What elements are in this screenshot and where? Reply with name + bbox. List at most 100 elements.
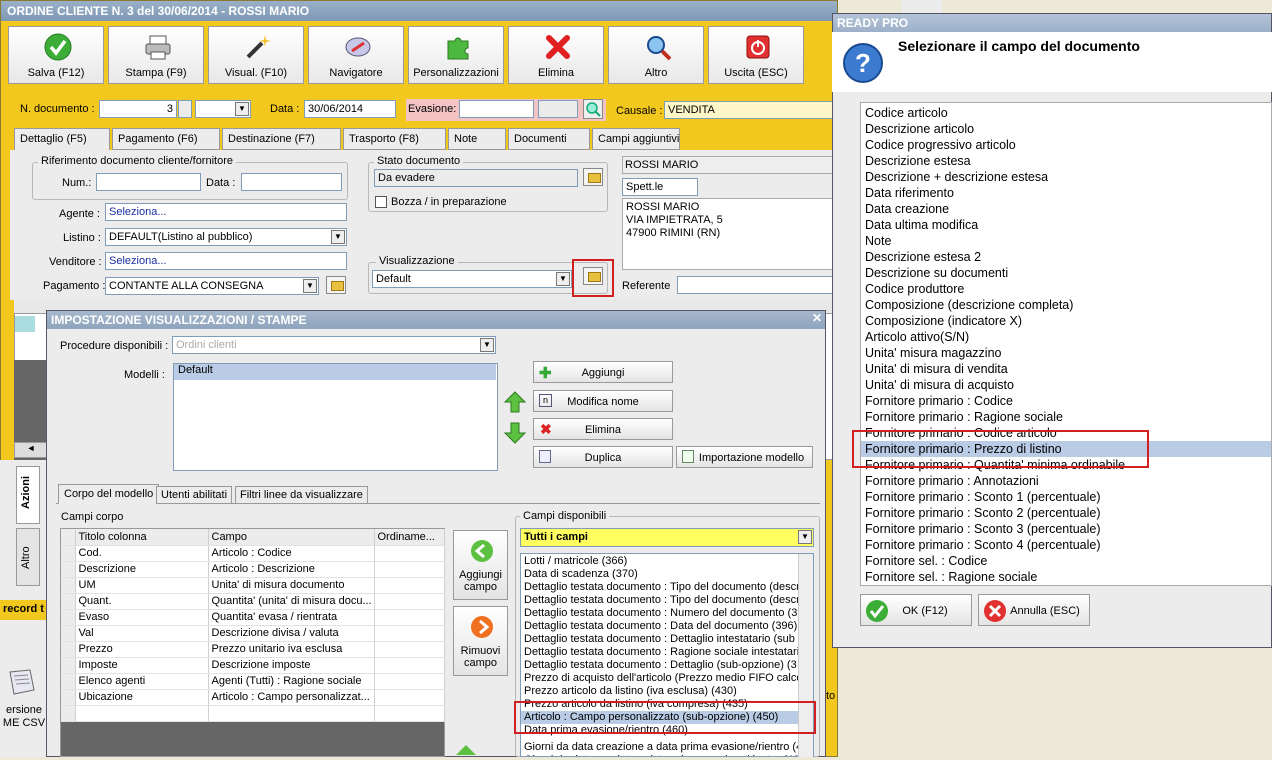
table-row[interactable]: Val Descrizione divisa / valuta <box>61 625 445 642</box>
list-item[interactable]: Data riferimento <box>861 185 1271 201</box>
list-item[interactable]: Dettaglio testata documento : Tipo del d… <box>521 594 813 607</box>
table-cell[interactable]: Quant. <box>75 593 209 610</box>
table-cell[interactable] <box>208 705 375 722</box>
list-item[interactable]: Codice progressivo articolo <box>861 137 1271 153</box>
pagamento-select[interactable]: CONTANTE ALLA CONSEGNA ▼ <box>105 277 319 295</box>
campi-corpo-grid[interactable]: Titolo colonna Campo Ordiname... Cod. Art… <box>61 529 445 722</box>
list-item[interactable]: Giorni da data creazione a data prima ev… <box>521 741 813 754</box>
ndoc-input[interactable]: 3 <box>99 100 177 118</box>
list-item[interactable]: Descrizione estesa <box>861 153 1271 169</box>
duplica-button[interactable]: Duplica <box>533 446 673 468</box>
table-cell[interactable]: Descrizione imposte <box>208 657 375 674</box>
cancel-button[interactable]: Annulla (ESC) <box>978 594 1090 626</box>
table-row[interactable]: Prezzo Prezzo unitario iva esclusa <box>61 641 445 658</box>
list-item[interactable]: Lotti / matricole (366) <box>521 555 813 568</box>
spett-input[interactable]: Spett.le <box>622 178 698 196</box>
list-item[interactable]: Unita' di misura di vendita <box>861 361 1271 377</box>
table-cell[interactable]: Articolo : Descrizione <box>208 561 375 578</box>
tab-trasporto[interactable]: Trasporto (F8) <box>343 128 446 150</box>
list-item[interactable]: Articolo attivo(S/N) <box>861 329 1271 345</box>
table-cell[interactable] <box>374 609 445 626</box>
modello-item[interactable]: Default <box>174 364 496 380</box>
causale-input[interactable]: VENDITA <box>664 101 836 119</box>
table-row[interactable]: Quant. Quantita' (unita' di misura docu..… <box>61 593 445 610</box>
table-cell[interactable] <box>374 673 445 690</box>
num-input[interactable] <box>96 173 201 191</box>
table-cell[interactable] <box>374 577 445 594</box>
toolbar-button-elimina[interactable]: Elimina <box>508 26 604 84</box>
list-item[interactable]: Fornitore primario : Ragione sociale <box>861 409 1271 425</box>
table-row[interactable]: Ubicazione Articolo : Campo personalizzat… <box>61 689 445 706</box>
table-row[interactable]: UM Unita' di misura documento <box>61 577 445 594</box>
bozza-checkbox[interactable] <box>375 196 387 208</box>
table-cell[interactable] <box>374 657 445 674</box>
toolbar-button-personalizzazioni[interactable]: Personalizzazioni <box>408 26 504 84</box>
table-row[interactable]: Imposte Descrizione imposte <box>61 657 445 674</box>
list-item[interactable]: Fornitore sel. : Codice <box>861 553 1271 569</box>
tab-corpo[interactable]: Corpo del modello <box>58 484 160 504</box>
table-row[interactable]: Evaso Quantita' evasa / rientrata <box>61 609 445 626</box>
evasione-input[interactable] <box>459 100 534 118</box>
tab-dettaglio[interactable]: Dettaglio (F5) <box>14 128 110 151</box>
list-item[interactable]: Dettaglio testata documento : Ragione so… <box>521 646 813 659</box>
table-cell[interactable]: Articolo : Codice <box>208 545 375 562</box>
tab-filtri[interactable]: Filtri linee da visualizzare <box>235 486 368 504</box>
list-item[interactable]: Note <box>861 233 1271 249</box>
arrow-up-icon[interactable] <box>503 390 527 414</box>
table-row[interactable] <box>61 705 445 722</box>
referente-input[interactable] <box>677 276 835 294</box>
modifica-nome-button[interactable]: n Modifica nome <box>533 390 673 412</box>
aggiungi-campo-button[interactable]: Aggiungi campo <box>453 530 508 600</box>
list-item[interactable]: Prezzo di acquisto dell'articolo (Prezzo… <box>521 672 813 685</box>
zoom-icon[interactable] <box>583 99 603 119</box>
table-row[interactable]: Elenco agenti Agenti (Tutti) : Ragione so… <box>61 673 445 690</box>
scroll-icon[interactable] <box>4 664 40 700</box>
grid-header[interactable]: Titolo colonna <box>75 529 209 546</box>
table-row[interactable]: Cod. Articolo : Codice <box>61 545 445 562</box>
arrow-up-icon[interactable] <box>456 745 476 757</box>
table-cell[interactable] <box>374 545 445 562</box>
list-item[interactable]: Prezzo articolo da listino (iva esclusa)… <box>521 685 813 698</box>
folder-icon[interactable] <box>326 276 346 294</box>
list-item[interactable]: Fornitore primario : Sconto 2 (percentua… <box>861 505 1271 521</box>
toolbar-button-visual[interactable]: Visual. (F10) <box>208 26 304 84</box>
list-item[interactable]: Descrizione estesa 2 <box>861 249 1271 265</box>
folder-icon[interactable] <box>583 267 603 285</box>
series-select[interactable]: ▼ <box>195 100 251 118</box>
toolbar-button-salva[interactable]: Salva (F12) <box>8 26 104 84</box>
tab-note[interactable]: Note <box>448 128 506 150</box>
importazione-button[interactable]: Importazione modello <box>676 446 813 468</box>
list-item[interactable]: Unita' di misura di acquisto <box>861 377 1271 393</box>
toolbar-button-stampa[interactable]: Stampa (F9) <box>108 26 204 84</box>
table-cell[interactable]: Evaso <box>75 609 209 626</box>
rimuovi-campo-button[interactable]: Rimuovi campo <box>453 606 508 676</box>
arrow-down-icon[interactable] <box>503 421 527 445</box>
list-item[interactable]: Unita' misura magazzino <box>861 345 1271 361</box>
list-item[interactable]: Descrizione articolo <box>861 121 1271 137</box>
side-tab-altro[interactable]: Altro <box>16 528 40 586</box>
list-item[interactable]: Dettaglio testata documento : Numero del… <box>521 607 813 620</box>
list-item[interactable]: Codice articolo <box>861 105 1271 121</box>
venditore-select[interactable]: Seleziona... <box>105 252 347 270</box>
tab-destinazione[interactable]: Destinazione (F7) <box>222 128 341 150</box>
list-item[interactable]: Descrizione + descrizione estesa <box>861 169 1271 185</box>
table-cell[interactable]: Descrizione divisa / valuta <box>208 625 375 642</box>
table-cell[interactable] <box>374 625 445 642</box>
table-cell[interactable]: Val <box>75 625 209 642</box>
list-item[interactable]: Dettaglio testata documento : Tipo del d… <box>521 581 813 594</box>
tab-utenti[interactable]: Utenti abilitati <box>156 486 233 504</box>
list-item[interactable]: Fornitore primario : Sconto 3 (percentua… <box>861 521 1271 537</box>
list-item[interactable]: Data di scadenza (370) <box>521 568 813 581</box>
toolbar-button-uscita[interactable]: Uscita (ESC) <box>708 26 804 84</box>
list-item[interactable]: Composizione (descrizione completa) <box>861 297 1271 313</box>
table-cell[interactable]: Prezzo <box>75 641 209 658</box>
folder-icon[interactable] <box>583 168 603 186</box>
table-cell[interactable]: Prezzo unitario iva esclusa <box>208 641 375 658</box>
table-cell[interactable]: Elenco agenti <box>75 673 209 690</box>
table-cell[interactable] <box>75 705 209 722</box>
toolbar-button-altro[interactable]: Altro <box>608 26 704 84</box>
table-cell[interactable]: Imposte <box>75 657 209 674</box>
tab-campi[interactable]: Campi aggiuntivi <box>592 128 680 150</box>
table-cell[interactable]: Descrizione <box>75 561 209 578</box>
list-item[interactable]: Fornitore primario : Annotazioni <box>861 473 1271 489</box>
